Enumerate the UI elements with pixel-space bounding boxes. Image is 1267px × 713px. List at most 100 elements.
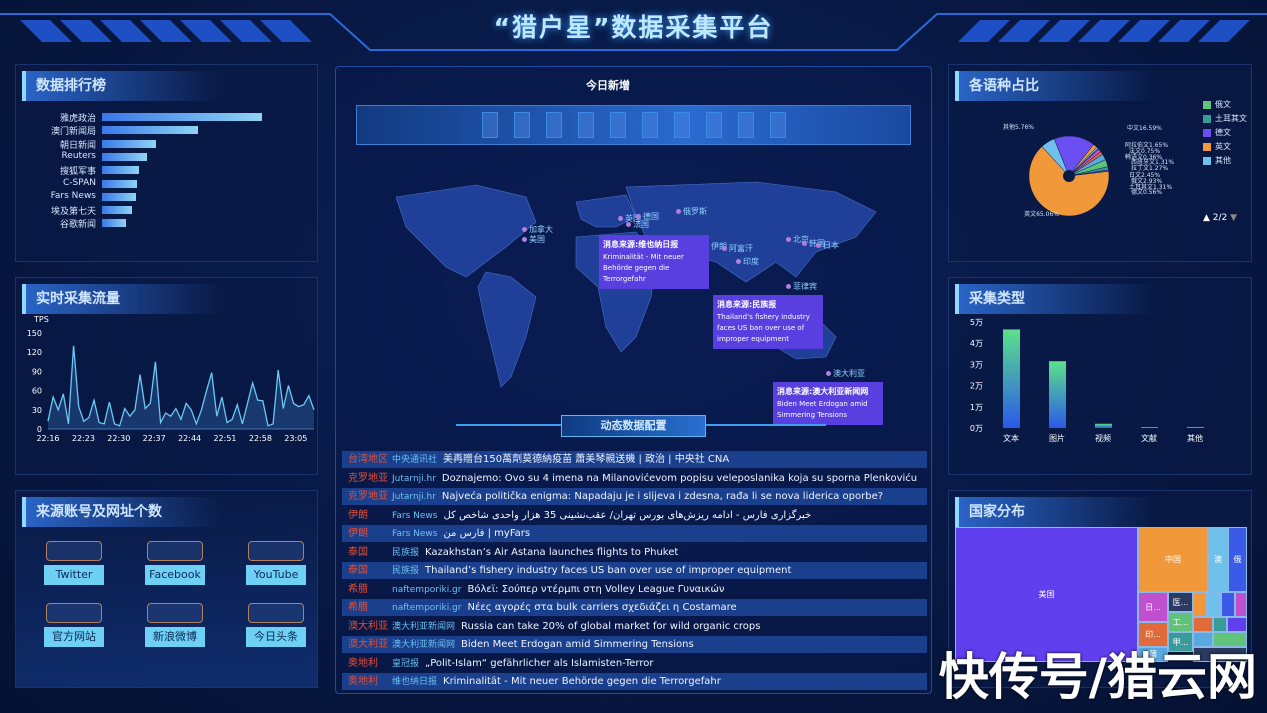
legend-item[interactable]: 土耳其文 [1203, 113, 1247, 127]
treemap-cell[interactable]: 俄 [1228, 527, 1247, 592]
news-title: خبرگزاری فارس - ادامه ریزش‌های بورس تهرا… [443, 509, 812, 521]
news-country: 澳大利亚 [348, 639, 388, 650]
treemap-cell[interactable]: 澳 [1208, 527, 1228, 592]
treemap-cell[interactable] [1193, 592, 1207, 617]
counter-digit [706, 112, 722, 138]
news-popup[interactable]: 消息来源:民族报 Thailand’s fishery industry face… [713, 295, 823, 349]
panel-title: 实时采集流量 [22, 284, 222, 314]
legend-label: 德文 [1215, 128, 1231, 137]
treemap-cell[interactable]: 医... [1168, 592, 1193, 612]
account-card[interactable]: Facebook [145, 541, 205, 585]
legend-item[interactable]: 德文 [1203, 127, 1247, 141]
x-tick-label: 文本 [1003, 433, 1019, 443]
account-card[interactable]: 新浪微博 [145, 603, 205, 647]
pager-up-icon[interactable]: ▲ [1203, 213, 1210, 223]
ranking-row: 澳门新闻局 [16, 124, 319, 137]
counter-digit [482, 112, 498, 138]
map-marker[interactable]: 印度 [736, 256, 759, 267]
account-label: 官方网站 [44, 627, 104, 647]
counter-digit [770, 112, 786, 138]
treemap-cell[interactable] [1193, 617, 1213, 632]
treemap-cell[interactable]: 工... [1168, 612, 1193, 632]
y-tick-label: 0万 [970, 424, 983, 433]
news-row[interactable]: 克罗地亚 Jutarnji.hr Najveća politička enigma:… [342, 488, 927, 505]
treemap-cell[interactable] [1213, 617, 1227, 632]
pin-icon [618, 216, 623, 221]
traffic-panel: 实时采集流量 TPS 0 30 60 90 120 150 22:16 22:23 22:30 22… [15, 277, 318, 475]
news-row[interactable]: 泰国 民族报 Kazakhstan’s Air Astana launches fl… [342, 544, 927, 561]
map-marker[interactable]: 日本 [816, 240, 839, 251]
news-row[interactable]: 泰国 民族报 Thailand’s fishery industry faces U… [342, 562, 927, 579]
account-card[interactable]: Twitter [44, 541, 104, 585]
account-card[interactable]: YouTube [246, 541, 306, 585]
counter-digit [610, 112, 626, 138]
news-row[interactable]: 伊朗 Fars News فارس من | myFars [342, 525, 927, 542]
news-row[interactable]: 克罗地亚 Jutarnji.hr Doznajemo: Ovo su 4 imena… [342, 470, 927, 487]
x-tick-label: 22:37 [143, 434, 166, 443]
x-tick-label: 22:16 [36, 434, 59, 443]
treemap-cell[interactable] [1207, 592, 1221, 617]
account-card[interactable]: 官方网站 [44, 603, 104, 647]
ranking-bar [102, 206, 133, 215]
news-popup[interactable]: 消息来源:澳大利亚新闻网 Biden Meet Erdogan amid Simm… [773, 382, 883, 425]
news-row[interactable]: 奥地利 皇冠报 „Polit-Islam“ gefährlicher als Isl… [342, 655, 927, 672]
news-row[interactable]: 希腊 naftemporiki.gr Βόλεϊ: Σούπερ ντέρμπι σ… [342, 581, 927, 598]
map-marker[interactable]: 俄罗斯 [676, 206, 707, 217]
map-marker[interactable]: 阿富汗 [722, 243, 753, 254]
type-bar [1003, 329, 1020, 428]
news-row[interactable]: 伊朗 Fars News خبرگزاری فارس - ادامه ریزش‌ها… [342, 507, 927, 524]
account-label: Twitter [44, 565, 104, 585]
map-marker[interactable]: 澳大利亚 [826, 368, 865, 379]
legend-item[interactable]: 其他 [1203, 155, 1247, 169]
news-title: Kriminalität - Mit neuer Behörde gegen d… [443, 676, 721, 687]
treemap-cell[interactable] [1235, 592, 1247, 617]
ranking-label: 谷歌新闻 [59, 220, 96, 231]
news-row[interactable]: 奥地利 维也纳日报 Kriminalität - Mit neuer Behörde… [342, 673, 927, 690]
account-label: YouTube [246, 565, 306, 585]
news-row[interactable]: 台湾地区 中央通讯社 美再贈台150萬劑莫德納疫苗 蕭美琴親送機 | 政治 | 中央… [342, 451, 927, 468]
news-row[interactable]: 澳大利亚 澳大利亚新闻网 Russia can take 20% of global… [342, 618, 927, 635]
account-label: 新浪微博 [145, 627, 205, 647]
news-row[interactable]: 澳大利亚 澳大利亚新闻网 Biden Meet Erdogan amid Simme… [342, 636, 927, 653]
pager-down-icon[interactable]: ▼ [1230, 213, 1237, 223]
y-tick-label: 60 [32, 387, 42, 396]
pin-icon [522, 237, 527, 242]
ranking-bar [102, 152, 147, 161]
ranking-bar [102, 126, 198, 135]
account-card[interactable]: 今日头条 [246, 603, 306, 647]
map-marker[interactable]: 菲律宾 [786, 281, 817, 292]
map-label: 法国 [633, 220, 649, 229]
popup-text: Kriminalität - Mit neuer Behörde gegen d… [603, 253, 684, 283]
y-tick-label: 0 [37, 425, 42, 434]
y-tick-label: 120 [27, 348, 42, 357]
ranking-row: 雅虎政治 [16, 111, 319, 124]
news-source: Fars News [392, 510, 438, 521]
ranking-row: 朝日新闻 [16, 138, 319, 151]
legend-pager[interactable]: ▲ 2/2 ▼ [1203, 213, 1237, 223]
news-popup[interactable]: 消息来源:维也纳日报 Kriminalität - Mit neuer Behör… [599, 235, 709, 289]
treemap-cell[interactable]: 中国 [1138, 527, 1208, 592]
ranking-row: 埃及第七天 [16, 204, 319, 217]
map-marker[interactable]: 美国 [522, 234, 545, 245]
legend-swatch [1203, 156, 1211, 165]
ranking-label: 搜狐军事 [59, 167, 96, 178]
ranking-row: C-SPAN [16, 178, 319, 190]
treemap-cell[interactable]: 日... [1138, 592, 1168, 622]
ranking-bar [102, 179, 138, 188]
map-marker[interactable]: 法国 [626, 219, 649, 230]
ranking-row: Reuters [16, 151, 319, 163]
news-row[interactable]: 希腊 naftemporiki.gr Νέες αγορές στα bulk ca… [342, 599, 927, 616]
legend-label: 俄文 [1215, 100, 1231, 109]
news-country: 台湾地区 [348, 454, 388, 465]
today-new-label: 今日新增 [586, 79, 630, 92]
legend-item[interactable]: 俄文 [1203, 99, 1247, 113]
treemap-cell[interactable] [1227, 617, 1247, 632]
news-title: فارس من | myFars [443, 528, 531, 539]
legend-item[interactable]: 英文 [1203, 141, 1247, 155]
news-country: 澳大利亚 [348, 620, 388, 632]
counter-digit [546, 112, 562, 138]
news-source: 澳大利亚新闻网 [392, 640, 456, 650]
news-country: 克罗地亚 [348, 491, 388, 502]
treemap-cell[interactable] [1221, 592, 1235, 617]
ranking-bar [102, 166, 139, 175]
